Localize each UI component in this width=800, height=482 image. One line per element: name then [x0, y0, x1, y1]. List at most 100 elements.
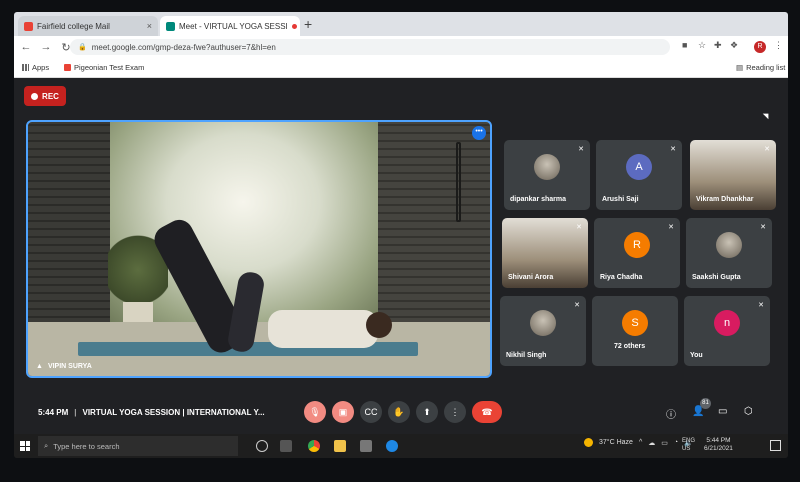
bookmark-label: Pigeonian Test Exam — [74, 63, 145, 72]
mic-off-icon: ✕ — [576, 224, 582, 231]
apps-grid-icon — [22, 64, 29, 71]
leave-call-button[interactable]: ☎ — [472, 401, 502, 423]
mouse-cursor-icon — [762, 110, 772, 120]
extensions-icon[interactable]: ✚ — [714, 40, 722, 51]
meeting-controls-bar: 5:44 PM | VIRTUAL YOGA SESSION | INTERNA… — [14, 396, 788, 434]
participant-tile[interactable]: ✕ Nikhil Singh — [500, 296, 586, 366]
participant-avatar: n — [714, 310, 740, 336]
chat-icon[interactable]: ▭ — [718, 406, 727, 417]
tray-arrow-icon[interactable]: ^ — [639, 439, 642, 446]
bookmark-apps[interactable]: Apps — [22, 63, 49, 72]
rec-label: REC — [42, 91, 59, 101]
meet-stage: REC ••• ▲ VIPIN SURYA ✕ dipankar sharma … — [14, 78, 788, 434]
bookmark-pigeonian[interactable]: Pigeonian Test Exam — [64, 63, 144, 72]
bookmark-favicon-icon — [64, 64, 71, 71]
menu-icon[interactable]: ⋮ — [774, 40, 783, 51]
participant-name: 72 others — [614, 343, 646, 350]
participant-name: Riya Chadha — [600, 274, 643, 281]
camera-icon[interactable]: ■ — [682, 40, 687, 50]
store-icon[interactable] — [360, 440, 372, 452]
reading-list-icon: ▤ — [736, 63, 744, 72]
participant-tile[interactable]: ✕ dipankar sharma — [504, 140, 590, 210]
meet-icon — [166, 21, 175, 31]
camera-toggle-button[interactable]: ▣ — [332, 401, 354, 423]
participant-name: dipankar sharma — [510, 196, 567, 203]
video-person-torso — [268, 310, 378, 348]
raise-hand-button[interactable]: ✋ — [388, 401, 410, 423]
tab-title: Meet - VIRTUAL YOGA SESSI — [179, 21, 288, 31]
system-clock[interactable]: 5:44 PM 6/21/2021 — [704, 437, 733, 453]
present-button[interactable]: ⬆ — [416, 401, 438, 423]
participant-avatar — [716, 232, 742, 258]
speaker-name-label: ▲ VIPIN SURYA — [36, 363, 92, 370]
participant-count-badge: 81 — [700, 398, 711, 409]
cloud-icon[interactable]: ☁ — [648, 439, 655, 447]
participant-tile-others[interactable]: S 72 others — [592, 296, 678, 366]
bookmark-label: Apps — [32, 63, 50, 72]
tab-close-icon[interactable]: × — [147, 21, 152, 31]
language-indicator[interactable]: ENG US — [682, 437, 695, 453]
new-tab-button[interactable]: + — [304, 16, 312, 32]
activities-icon[interactable]: ⬡ — [744, 406, 753, 417]
meeting-info: 5:44 PM | VIRTUAL YOGA SESSION | INTERNA… — [38, 408, 265, 417]
back-arrow-icon[interactable]: ← — [18, 41, 34, 53]
main-speaker-video[interactable]: ••• ▲ VIPIN SURYA — [26, 120, 492, 378]
reading-list-label: Reading list — [746, 63, 786, 72]
mic-off-icon: ✕ — [578, 146, 584, 153]
task-view-icon[interactable] — [280, 440, 292, 452]
video-door-handle — [456, 142, 461, 222]
address-text: meet.google.com/gmp-deza-fwe?authuser=7&… — [91, 42, 276, 52]
taskbar-search[interactable]: ⌕ Type here to search — [38, 436, 238, 456]
file-explorer-icon[interactable] — [334, 440, 346, 452]
more-options-button[interactable]: ••• — [472, 126, 486, 140]
forward-arrow-icon[interactable]: → — [38, 41, 54, 53]
clock-date: 6/21/2021 — [704, 445, 733, 452]
recording-dot-icon — [291, 23, 297, 29]
browser-tab-bar: Fairfield college Mail × Meet - VIRTUAL … — [14, 12, 788, 36]
participant-tile-self[interactable]: ✕ n You — [684, 296, 770, 366]
browser-toolbar: ← → ↻ 🔒 meet.google.com/gmp-deza-fwe?aut… — [14, 36, 788, 58]
captions-button[interactable]: CC — [360, 401, 382, 423]
system-tray: 37°C Haze ^ ☁ ▭ ◔ 🔈 — [584, 438, 693, 447]
notification-icon[interactable] — [770, 440, 781, 451]
puzzle-icon[interactable]: ❖ — [730, 40, 738, 51]
screen: Fairfield college Mail × Meet - VIRTUAL … — [14, 12, 788, 458]
info-icon[interactable]: ⓘ — [666, 406, 676, 421]
windows-start-icon[interactable] — [20, 441, 30, 451]
participant-tile[interactable]: ✕ Vikram Dhankhar — [690, 140, 776, 210]
participant-tile[interactable]: ✕ Saakshi Gupta — [686, 218, 772, 288]
mic-off-icon: ✕ — [670, 146, 676, 153]
tab-gmail[interactable]: Fairfield college Mail × — [18, 16, 158, 36]
profile-avatar[interactable]: R — [754, 41, 766, 53]
mic-off-icon: ✕ — [574, 302, 580, 309]
lock-icon: 🔒 — [78, 44, 87, 51]
chrome-icon[interactable] — [308, 440, 320, 452]
participant-tile[interactable]: ✕ R Riya Chadha — [594, 218, 680, 288]
speaker-name: VIPIN SURYA — [47, 363, 92, 370]
edge-icon[interactable] — [386, 440, 398, 452]
more-options-button[interactable]: ⋮ — [444, 401, 466, 423]
separator: | — [74, 408, 77, 417]
address-bar[interactable]: 🔒 meet.google.com/gmp-deza-fwe?authuser=… — [70, 39, 670, 55]
participant-avatar: A — [626, 154, 652, 180]
windows-taskbar: ⌕ Type here to search 37°C Haze ^ ☁ ▭ ◔ … — [14, 434, 788, 458]
reading-list-button[interactable]: ▤ Reading list — [736, 63, 785, 72]
mic-toggle-button[interactable]: 🎙 — [304, 401, 326, 423]
participant-tile[interactable]: ✕ Shivani Arora — [502, 218, 588, 288]
participant-avatar — [530, 310, 556, 336]
tab-meet[interactable]: Meet - VIRTUAL YOGA SESSI × — [160, 16, 300, 36]
star-icon[interactable]: ☆ — [698, 40, 706, 51]
search-icon: ⌕ — [44, 441, 49, 450]
mic-off-icon: ✕ — [668, 224, 674, 231]
cortana-icon[interactable] — [256, 440, 268, 452]
recording-indicator: REC — [24, 86, 66, 106]
participant-avatar — [534, 154, 560, 180]
bookmarks-bar: Apps Pigeonian Test Exam ▤ Reading list — [14, 58, 788, 78]
participant-name: Shivani Arora — [508, 274, 554, 281]
battery-icon[interactable]: ▭ — [661, 439, 668, 447]
participant-name: Nikhil Singh — [506, 352, 547, 359]
tab-title: Fairfield college Mail — [37, 21, 110, 31]
participant-tile[interactable]: ✕ A Arushi Saji — [596, 140, 682, 210]
weather-text[interactable]: 37°C Haze — [599, 439, 633, 446]
network-icon[interactable]: ◔ — [674, 439, 678, 446]
